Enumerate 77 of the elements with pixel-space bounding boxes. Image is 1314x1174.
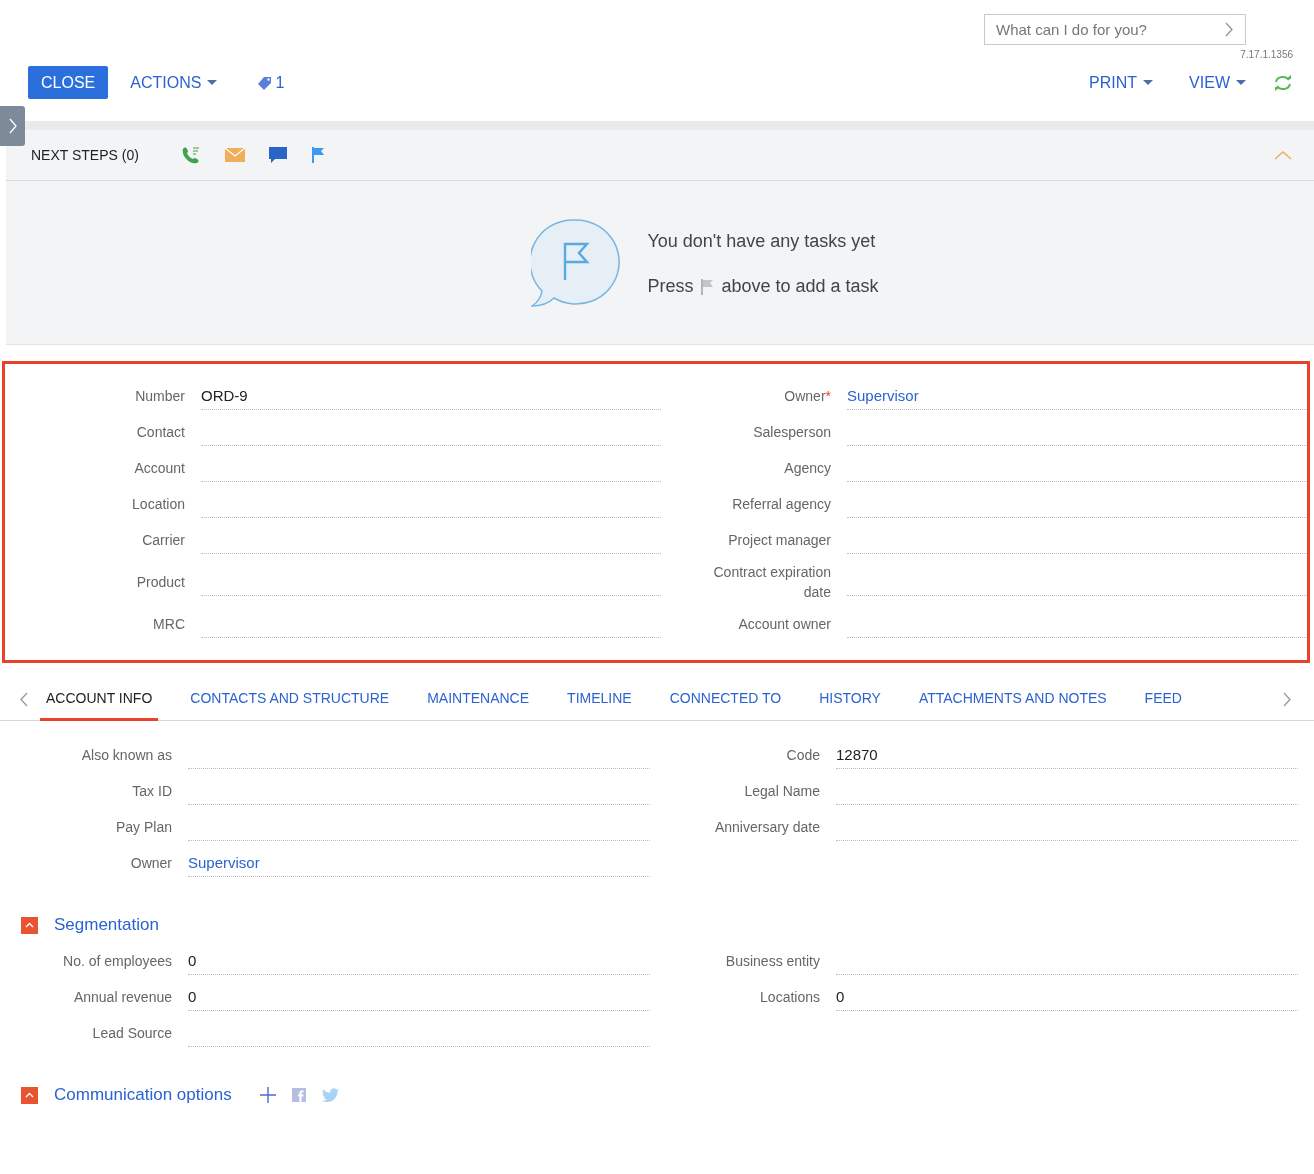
field-label: Referral agency: [731, 495, 831, 514]
tag-button[interactable]: 1: [257, 73, 285, 92]
collapse-toggle-icon[interactable]: [21, 1086, 38, 1104]
field-label: Product: [135, 573, 185, 592]
field-label: Contract expiration date: [712, 563, 831, 602]
bird-icon[interactable]: [321, 1088, 339, 1102]
tab[interactable]: HISTORY: [813, 678, 887, 721]
collapse-toggle-icon[interactable]: [21, 916, 38, 934]
chat-icon[interactable]: [268, 147, 287, 163]
phone-icon[interactable]: [180, 146, 201, 164]
facebook-icon[interactable]: [291, 1088, 306, 1102]
field-label: Account owner: [737, 615, 831, 634]
empty-tasks-message: You don't have any tasks yet: [647, 231, 877, 252]
field-label: No. of employees: [62, 952, 172, 971]
chevron-right-icon[interactable]: [1225, 22, 1234, 37]
field-label: Tax ID: [131, 782, 172, 801]
caret-icon: [1236, 79, 1246, 86]
print-menu[interactable]: PRINT: [1089, 73, 1154, 92]
chevron-right-icon: [7, 117, 18, 135]
search-field[interactable]: What can I do for you?: [984, 14, 1246, 45]
tab[interactable]: FEED: [1138, 678, 1188, 721]
field-label: Contact: [135, 423, 185, 442]
tab[interactable]: CONNECTED TO: [663, 678, 788, 721]
field-input[interactable]: 0: [188, 983, 650, 1011]
next-steps-tab[interactable]: NEXT STEPS (0): [31, 147, 139, 163]
field-label: Locations: [759, 988, 820, 1007]
tab[interactable]: TIMELINE: [561, 678, 638, 721]
refresh-icon[interactable]: [1272, 73, 1294, 92]
tab[interactable]: CONTACTS AND STRUCTURE: [184, 678, 396, 721]
version-text: 7.17.1.1356: [1240, 49, 1293, 60]
field-label: Location: [131, 495, 185, 514]
field-label: Account: [133, 459, 185, 478]
field-label: Owner: [129, 854, 172, 873]
chevron-left-icon[interactable]: [19, 691, 28, 707]
view-menu[interactable]: VIEW: [1189, 73, 1246, 92]
section-title[interactable]: Segmentation: [54, 915, 159, 935]
field-label: Anniversary date: [713, 818, 820, 837]
field-input[interactable]: Supervisor: [847, 382, 1307, 410]
field-input[interactable]: 0: [188, 947, 650, 975]
field-label: Lead Source: [91, 1024, 172, 1043]
hint-text: Press: [647, 276, 694, 297]
field-label: Annual revenue: [72, 988, 172, 1007]
field-label: Code: [785, 746, 820, 765]
field-label: Carrier: [141, 531, 185, 550]
field-label: Agency: [783, 459, 831, 478]
field-input[interactable]: 0: [836, 983, 1298, 1011]
tag-icon: [257, 75, 274, 90]
tab[interactable]: ACCOUNT INFO: [40, 678, 159, 721]
field-label: Number: [134, 387, 185, 406]
section-title[interactable]: Communication options: [54, 1085, 232, 1105]
field-label: Pay Plan: [114, 818, 172, 837]
add-icon[interactable]: [259, 1087, 276, 1103]
field-input[interactable]: 12870: [836, 741, 1298, 769]
field-label: Salesperson: [752, 423, 831, 442]
caret-icon: [1143, 79, 1154, 86]
envelope-icon[interactable]: [224, 148, 245, 162]
close-button[interactable]: CLOSE: [28, 66, 109, 99]
chevron-right-icon[interactable]: [1283, 691, 1292, 707]
field-label: Project manager: [727, 531, 831, 550]
field-label: Business entity: [724, 952, 820, 971]
field-label: Legal Name: [743, 782, 820, 801]
field-label: MRC: [152, 615, 185, 634]
field-label: Owner*: [783, 387, 831, 406]
field-input[interactable]: ORD-9: [201, 382, 661, 410]
flag-bubble-icon: [531, 218, 622, 310]
required-mark: *: [825, 388, 831, 404]
field-label: Also known as: [80, 746, 172, 765]
collapse-chevron-icon[interactable]: [1274, 150, 1292, 160]
flag-icon[interactable]: [310, 147, 325, 163]
tab[interactable]: MAINTENANCE: [421, 678, 536, 721]
hint-text: above to add a task: [721, 276, 879, 297]
side-panel-toggle[interactable]: [0, 106, 25, 146]
tab[interactable]: ATTACHMENTS AND NOTES: [912, 678, 1113, 721]
field-input[interactable]: Supervisor: [188, 849, 650, 877]
flag-icon: [700, 278, 715, 295]
caret-icon: [207, 79, 218, 86]
actions-menu[interactable]: ACTIONS: [130, 73, 218, 92]
